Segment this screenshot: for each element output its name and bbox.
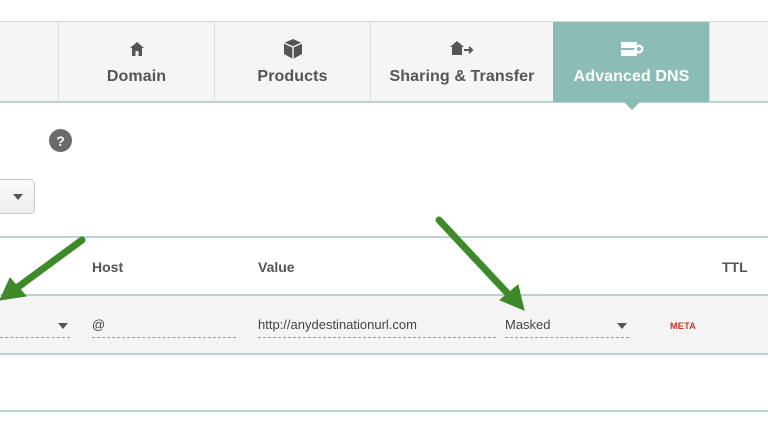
table-row: @ http://anydestinationurl.com Masked ME… bbox=[0, 296, 768, 355]
redirect-type-select[interactable]: Masked bbox=[505, 316, 629, 338]
tab-label: Domain bbox=[106, 68, 167, 85]
add-record-dropdown-button[interactable] bbox=[0, 179, 35, 214]
meta-link[interactable]: META bbox=[670, 321, 696, 331]
chevron-down-icon bbox=[617, 323, 627, 329]
table-header: Host Value TTL bbox=[0, 236, 768, 296]
host-value: @ bbox=[92, 317, 106, 332]
tab-label: Sharing & Transfer bbox=[389, 68, 535, 85]
host-field[interactable]: @ bbox=[92, 316, 236, 338]
column-header-host: Host bbox=[92, 259, 124, 275]
tab-advanced-dns[interactable]: Advanced DNS bbox=[553, 22, 709, 110]
column-header-ttl: TTL bbox=[722, 259, 748, 275]
server-icon bbox=[620, 38, 644, 60]
chevron-down-icon bbox=[12, 193, 23, 200]
tab-bar: Domain Products Sharing & Transfer Advan… bbox=[0, 21, 768, 110]
record-type-select[interactable] bbox=[0, 316, 70, 338]
box-icon bbox=[282, 38, 304, 60]
tab-sharing-transfer[interactable]: Sharing & Transfer bbox=[370, 22, 553, 102]
value-text: http://anydestinationurl.com bbox=[258, 317, 417, 332]
tab-spacer bbox=[709, 22, 768, 102]
home-icon bbox=[128, 38, 146, 60]
divider bbox=[0, 410, 768, 412]
chevron-down-icon bbox=[58, 323, 68, 329]
help-icon[interactable]: ? bbox=[49, 129, 72, 152]
tab-domain[interactable]: Domain bbox=[58, 22, 214, 102]
column-header-value: Value bbox=[258, 259, 295, 275]
tab-label: Products bbox=[257, 68, 328, 85]
redirect-type-value: Masked bbox=[505, 317, 551, 332]
value-field[interactable]: http://anydestinationurl.com bbox=[258, 316, 496, 338]
tab-products[interactable]: Products bbox=[214, 22, 370, 102]
tab-label: Advanced DNS bbox=[573, 68, 690, 85]
share-transfer-icon bbox=[449, 38, 475, 60]
